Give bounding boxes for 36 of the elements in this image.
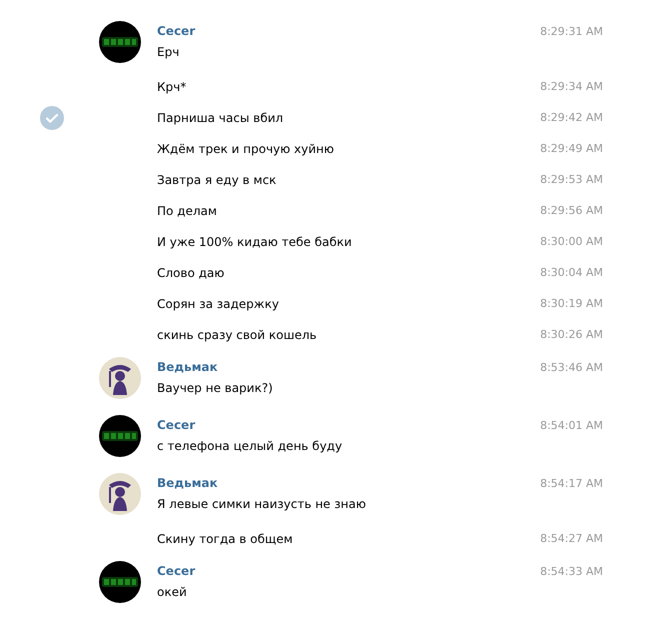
message-time: 8:30:19 AM	[540, 297, 603, 310]
message-text: скинь сразу свой кошель	[157, 328, 317, 342]
author-name[interactable]: Ведьмак	[157, 360, 218, 374]
message-text: Сорян за задержку	[157, 296, 279, 310]
message-time: 8:29:53 AM	[540, 173, 603, 186]
message-text: Парниша часы вбил	[157, 110, 284, 124]
message-time: 8:29:49 AM	[540, 142, 603, 155]
author-name[interactable]: Cecer	[157, 418, 196, 432]
message-time: 8:54:01 AM	[540, 418, 603, 432]
message-text: По делам	[157, 204, 217, 218]
message-time: 8:54:33 AM	[540, 564, 603, 578]
message-text: с телефона целый день буду	[157, 439, 342, 453]
message-time: 8:30:26 AM	[540, 328, 603, 341]
message-time: 8:53:46 AM	[540, 360, 603, 374]
message-text: Я левые симки наизусть не знаю	[157, 497, 366, 511]
message-time: 8:29:56 AM	[540, 204, 603, 217]
message-time: 8:29:42 AM	[540, 111, 603, 124]
author-name[interactable]: Cecer	[157, 24, 196, 38]
author-name[interactable]: Cecer	[157, 564, 196, 578]
message-text: Завтра я еду в мск	[157, 172, 276, 186]
message-time: 8:54:17 AM	[540, 476, 603, 490]
author-name[interactable]: Ведьмак	[157, 476, 218, 490]
message-time: 8:29:31 AM	[540, 24, 603, 38]
message-time: 8:54:27 AM	[540, 532, 603, 545]
message-text: Скину тогда в общем	[157, 532, 293, 546]
message-text: окей	[157, 585, 187, 599]
message-text: Ваучер не варик?)	[157, 381, 273, 395]
message-time: 8:30:04 AM	[540, 266, 603, 279]
selected-check-icon[interactable]	[40, 106, 64, 130]
message-text: Ждём трек и прочую хуйню	[157, 142, 334, 156]
message-text: Ерч	[157, 45, 180, 59]
message-text: И уже 100% кидаю тебе бабки	[157, 234, 352, 248]
message-text: Крч*	[157, 80, 186, 94]
message-text: Слово даю	[157, 266, 224, 280]
message-time: 8:30:00 AM	[540, 235, 603, 248]
message-time: 8:29:34 AM	[540, 80, 603, 93]
